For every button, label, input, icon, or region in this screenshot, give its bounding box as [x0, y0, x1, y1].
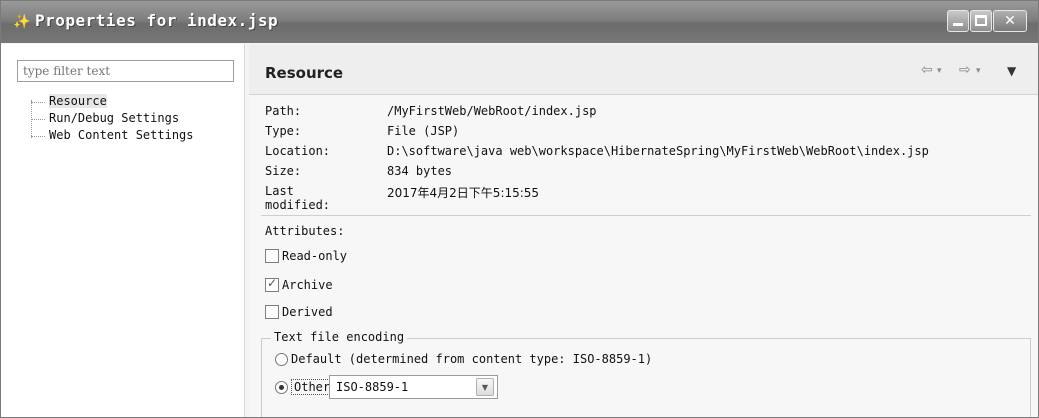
- read-only-check-box[interactable]: [265, 249, 279, 263]
- minimize-icon: [953, 23, 963, 26]
- default-radio-button[interactable]: [275, 352, 288, 366]
- archive-check-box[interactable]: [265, 276, 279, 292]
- page-tree: Resource Run/Debug Settings Web Content …: [31, 94, 194, 145]
- close-button[interactable]: ✕: [993, 10, 1027, 32]
- size-label: Size:: [265, 164, 302, 178]
- window-icon: ✨: [13, 14, 31, 30]
- divider: [261, 215, 1031, 216]
- back-dropdown-icon[interactable]: ▾: [937, 66, 942, 76]
- minimize-button[interactable]: [947, 10, 969, 32]
- tree-item-label: Web Content Settings: [49, 128, 194, 142]
- maximize-icon: [975, 15, 987, 26]
- other-radio-button[interactable]: [275, 380, 288, 394]
- default-encoding-label: Default (determined from content type: I…: [291, 352, 653, 366]
- size-value: 834 bytes: [387, 164, 453, 178]
- navigation-pane: Resource Run/Debug Settings Web Content …: [1, 44, 245, 417]
- derived-checkbox[interactable]: Derived: [265, 303, 333, 321]
- properties-dialog: ✨ Properties for index.jsp ✕ Resource Ru…: [0, 0, 1039, 418]
- read-only-checkbox[interactable]: Read-only: [265, 247, 347, 265]
- archive-label: Archive: [282, 278, 333, 292]
- derived-label: Derived: [282, 305, 333, 319]
- resource-page: Resource ⇦ ▾ ⇨ ▾ ▼ Path: /MyFirstWeb/Web…: [249, 44, 1038, 417]
- maximize-button[interactable]: [970, 10, 992, 32]
- page-header: Resource ⇦ ▾ ⇨ ▾ ▼: [249, 44, 1038, 95]
- tree-item-label: Run/Debug Settings: [49, 111, 180, 125]
- modified-value: 2017年4月2日下午5:15:55: [387, 186, 540, 200]
- encoding-select[interactable]: ISO-8859-1 ▼: [329, 375, 498, 399]
- title-bar[interactable]: ✨ Properties for index.jsp ✕: [1, 1, 1038, 43]
- path-value: /MyFirstWeb/WebRoot/index.jsp: [387, 104, 597, 118]
- filter-input[interactable]: [17, 60, 234, 82]
- forward-arrow-icon[interactable]: ⇨: [959, 62, 971, 78]
- forward-dropdown-icon[interactable]: ▾: [976, 66, 981, 76]
- path-label: Path:: [265, 104, 302, 118]
- read-only-label: Read-only: [282, 249, 348, 263]
- tree-item-run-debug-settings[interactable]: Run/Debug Settings: [31, 111, 194, 128]
- view-menu-icon[interactable]: ▼: [1007, 64, 1016, 78]
- page-title: Resource: [265, 64, 344, 82]
- location-label: Location:: [265, 144, 331, 158]
- tree-item-resource[interactable]: Resource: [31, 94, 194, 111]
- derived-check-box[interactable]: [265, 305, 279, 319]
- encoding-select-value: ISO-8859-1: [336, 380, 409, 394]
- close-icon: ✕: [1004, 13, 1016, 29]
- tree-item-web-content-settings[interactable]: Web Content Settings: [31, 128, 194, 145]
- window-title: Properties for index.jsp: [35, 11, 279, 30]
- type-label: Type:: [265, 124, 302, 138]
- back-arrow-icon[interactable]: ⇦: [921, 62, 933, 78]
- archive-checkbox[interactable]: Archive: [265, 276, 333, 294]
- type-value: File (JSP): [387, 124, 460, 138]
- attributes-label: Attributes:: [265, 224, 345, 238]
- text-encoding-title: Text file encoding: [271, 330, 408, 344]
- chevron-down-icon[interactable]: ▼: [476, 378, 494, 396]
- modified-label: Last modified:: [265, 184, 331, 212]
- default-encoding-radio[interactable]: Default (determined from content type: I…: [275, 349, 652, 369]
- location-value: D:\software\java web\workspace\Hibernate…: [387, 144, 929, 158]
- tree-item-label: Resource: [49, 94, 107, 108]
